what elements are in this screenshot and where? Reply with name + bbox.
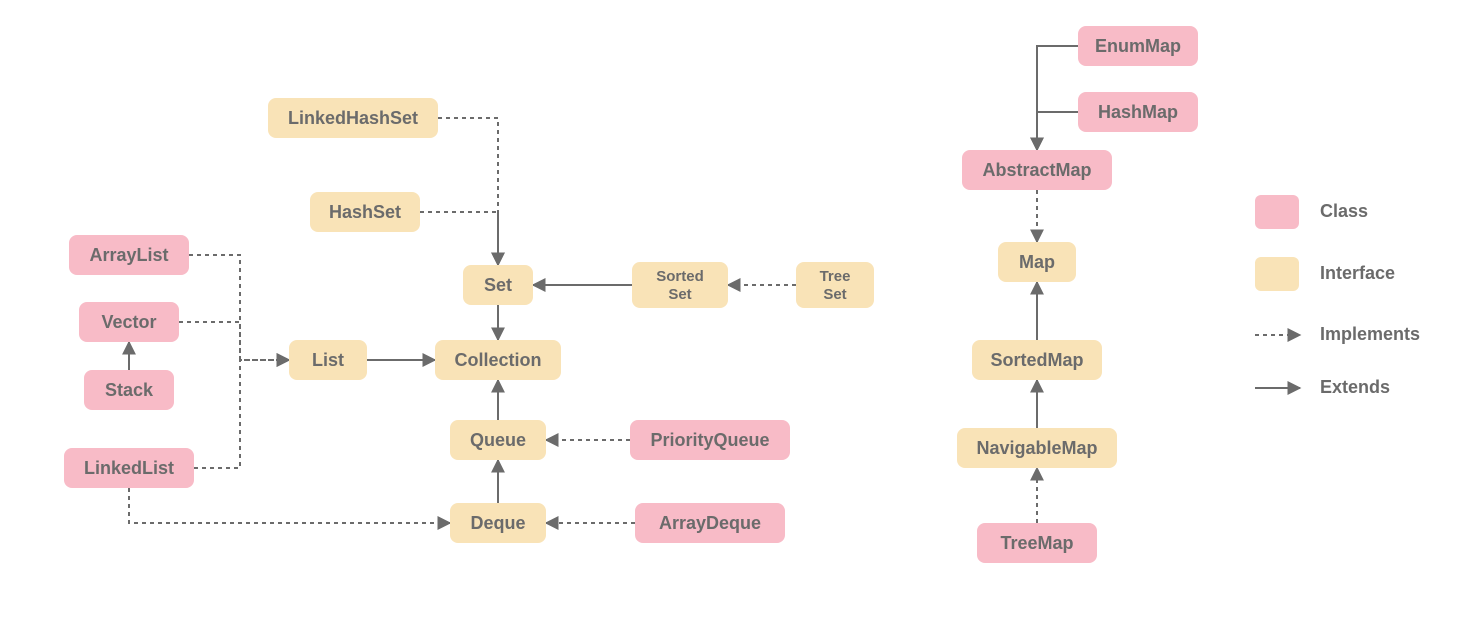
edge bbox=[420, 212, 498, 265]
svg-text:Map: Map bbox=[1019, 252, 1055, 272]
node-linkedhashset: LinkedHashSet bbox=[268, 98, 438, 138]
node-sortedset: SortedSet bbox=[632, 262, 728, 308]
svg-text:NavigableMap: NavigableMap bbox=[976, 438, 1097, 458]
legend-interface-label: Interface bbox=[1320, 263, 1395, 283]
svg-text:SortedMap: SortedMap bbox=[990, 350, 1083, 370]
svg-text:Set: Set bbox=[823, 286, 846, 303]
svg-text:Sorted: Sorted bbox=[656, 268, 704, 285]
node-collection: Collection bbox=[435, 340, 561, 380]
svg-text:HashMap: HashMap bbox=[1098, 102, 1178, 122]
node-set: Set bbox=[463, 265, 533, 305]
svg-text:ArrayDeque: ArrayDeque bbox=[659, 513, 761, 533]
node-stack: Stack bbox=[84, 370, 174, 410]
node-treemap: TreeMap bbox=[977, 523, 1097, 563]
node-map: Map bbox=[998, 242, 1076, 282]
node-list: List bbox=[289, 340, 367, 380]
node-priorityqueue: PriorityQueue bbox=[630, 420, 790, 460]
svg-text:Set: Set bbox=[484, 275, 512, 295]
node-hashmap: HashMap bbox=[1078, 92, 1198, 132]
node-treeset: TreeSet bbox=[796, 262, 874, 308]
edge bbox=[1037, 46, 1078, 150]
svg-text:ArrayList: ArrayList bbox=[89, 245, 168, 265]
legend-class-swatch bbox=[1255, 195, 1299, 229]
svg-text:AbstractMap: AbstractMap bbox=[982, 160, 1091, 180]
edge bbox=[194, 360, 289, 468]
legend: Class Interface Implements Extends bbox=[1255, 195, 1420, 397]
svg-text:TreeMap: TreeMap bbox=[1000, 533, 1073, 553]
collections-diagram: LinkedHashSet HashSet ArrayList Vector Stack… bbox=[0, 0, 1476, 635]
svg-text:EnumMap: EnumMap bbox=[1095, 36, 1181, 56]
node-hashset: HashSet bbox=[310, 192, 420, 232]
node-sortedmap: SortedMap bbox=[972, 340, 1102, 380]
legend-class-label: Class bbox=[1320, 201, 1368, 221]
svg-text:Set: Set bbox=[668, 286, 691, 303]
svg-text:Tree: Tree bbox=[820, 268, 851, 285]
svg-text:Stack: Stack bbox=[105, 380, 154, 400]
svg-text:LinkedHashSet: LinkedHashSet bbox=[288, 108, 418, 128]
legend-extends-label: Extends bbox=[1320, 377, 1390, 397]
node-enummap: EnumMap bbox=[1078, 26, 1198, 66]
svg-text:Vector: Vector bbox=[101, 312, 156, 332]
svg-text:LinkedList: LinkedList bbox=[84, 458, 174, 478]
svg-text:Collection: Collection bbox=[454, 350, 541, 370]
edge bbox=[129, 488, 450, 523]
node-linkedlist: LinkedList bbox=[64, 448, 194, 488]
svg-text:Queue: Queue bbox=[470, 430, 526, 450]
svg-text:PriorityQueue: PriorityQueue bbox=[650, 430, 769, 450]
node-vector: Vector bbox=[79, 302, 179, 342]
legend-implements-label: Implements bbox=[1320, 324, 1420, 344]
node-navigablemap: NavigableMap bbox=[957, 428, 1117, 468]
edge bbox=[438, 118, 498, 265]
node-arraylist: ArrayList bbox=[69, 235, 189, 275]
node-arraydeque: ArrayDeque bbox=[635, 503, 785, 543]
legend-interface-swatch bbox=[1255, 257, 1299, 291]
node-abstractmap: AbstractMap bbox=[962, 150, 1112, 190]
edge bbox=[179, 322, 289, 360]
svg-text:List: List bbox=[312, 350, 344, 370]
svg-text:Deque: Deque bbox=[470, 513, 525, 533]
edge bbox=[1037, 112, 1078, 150]
node-deque: Deque bbox=[450, 503, 546, 543]
svg-text:HashSet: HashSet bbox=[329, 202, 401, 222]
node-queue: Queue bbox=[450, 420, 546, 460]
